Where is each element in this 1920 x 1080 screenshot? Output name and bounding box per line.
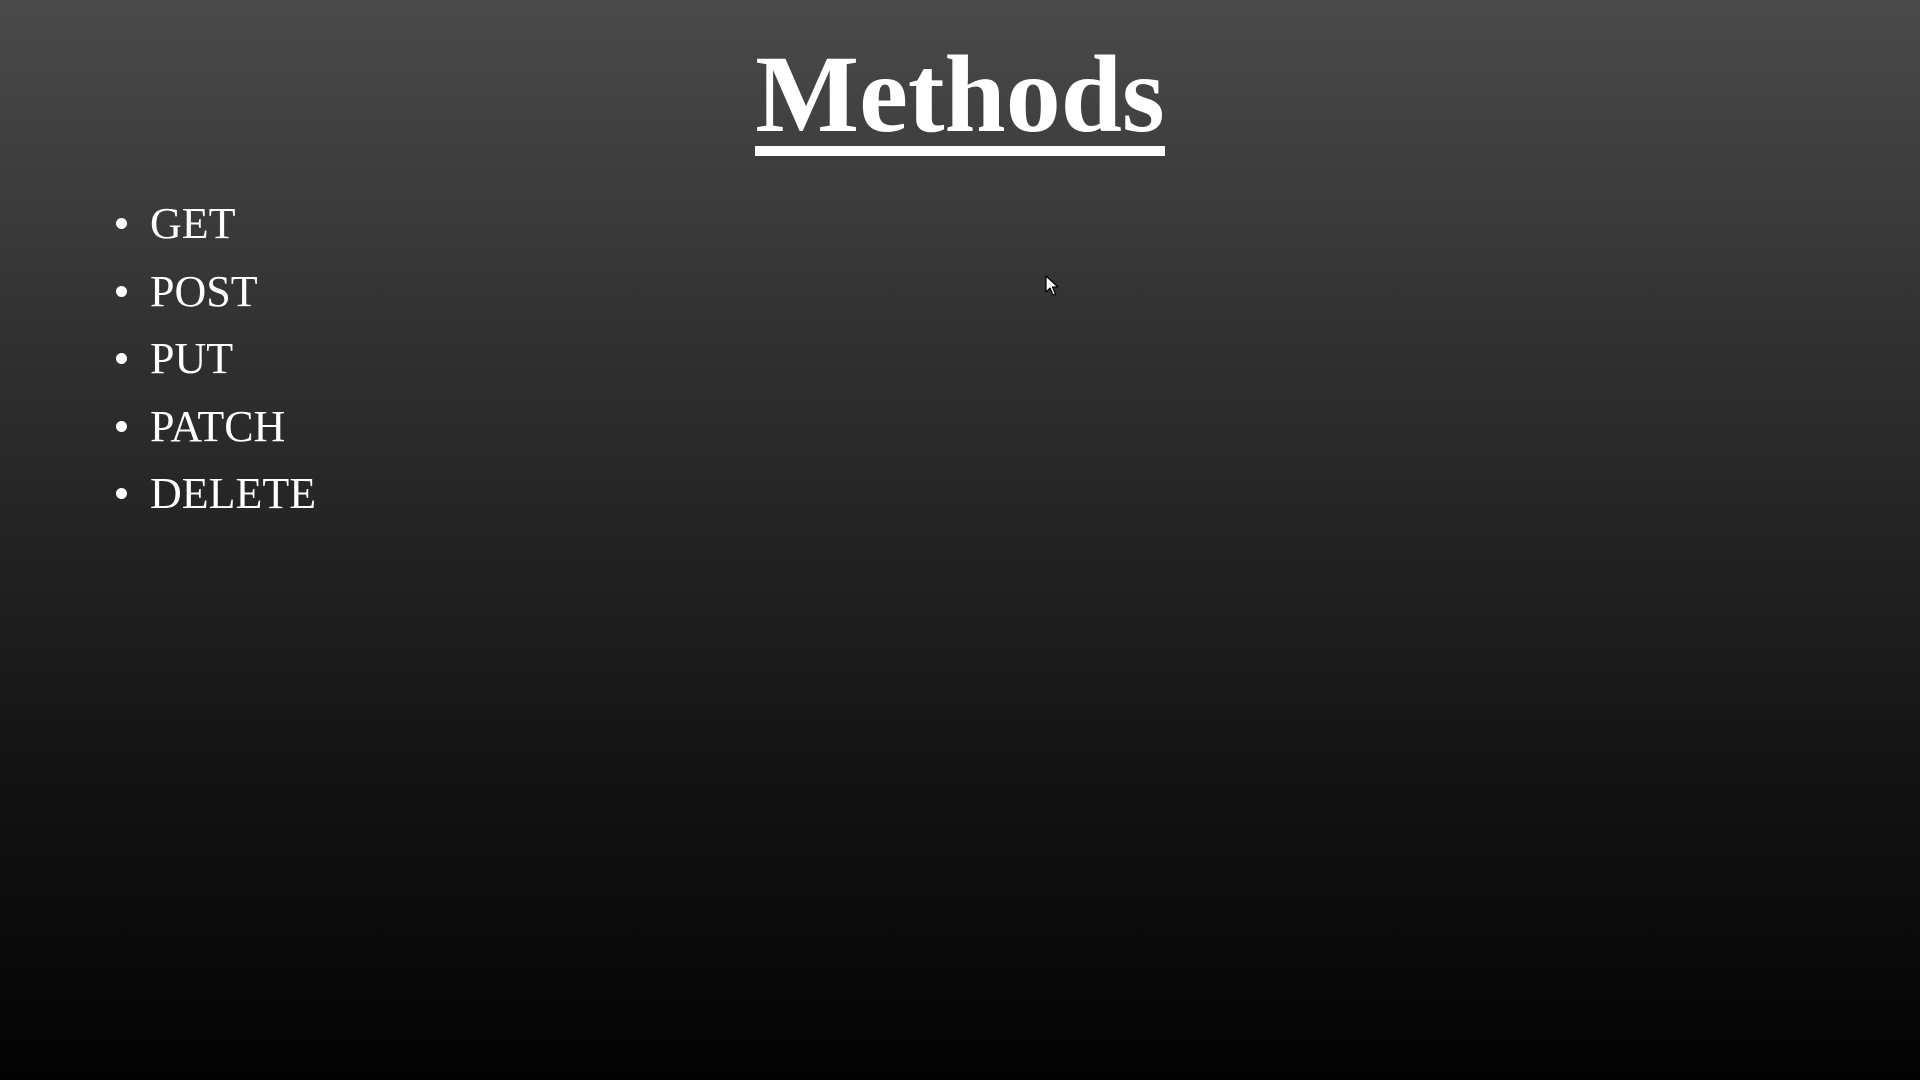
bullet-dot-icon — [116, 353, 127, 365]
list-item-label: PATCH — [150, 401, 286, 451]
list-item: DELETE — [110, 460, 316, 528]
slide: Methods GET POST PUT PATCH DELETE — [0, 0, 1920, 1080]
list-item-label: DELETE — [150, 469, 317, 519]
bullet-dot-icon — [116, 218, 127, 230]
list-item-label: POST — [150, 266, 258, 316]
list-item: GET — [110, 190, 316, 258]
bullet-dot-icon — [116, 488, 127, 500]
list-item: POST — [110, 258, 316, 326]
bullet-dot-icon — [116, 285, 127, 297]
list-item: PATCH — [110, 393, 316, 461]
list-item: PUT — [110, 325, 316, 393]
list-item-label: PUT — [150, 334, 234, 384]
methods-list: GET POST PUT PATCH DELETE — [110, 190, 316, 528]
mouse-pointer-icon — [1045, 275, 1059, 296]
slide-title: Methods — [0, 34, 1920, 156]
bullet-dot-icon — [116, 420, 127, 432]
slide-title-text: Methods — [755, 33, 1165, 156]
list-item-label: GET — [150, 199, 236, 249]
